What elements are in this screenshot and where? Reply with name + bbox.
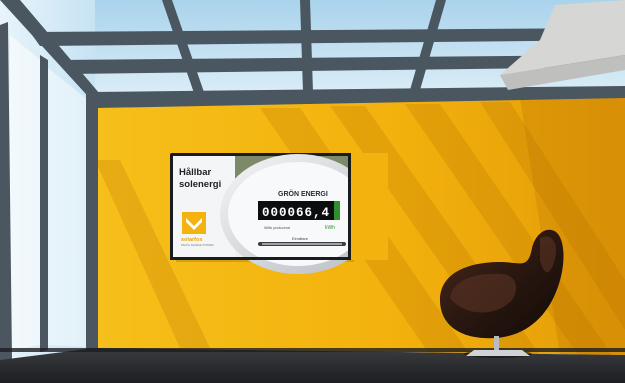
meter-bar-inner xyxy=(262,243,342,245)
brand-name: solarfox xyxy=(181,237,203,243)
scene: Hållbar solenergi GRÖN ENERGI 000066,4 k… xyxy=(0,0,625,383)
tv-frame-right xyxy=(348,153,351,260)
meter-bar-label: Elmätare xyxy=(292,236,309,241)
left-window-pane xyxy=(10,35,40,350)
chair-base xyxy=(466,350,530,356)
meter-digits: 000066,4 xyxy=(262,206,330,220)
tv-clip-right xyxy=(348,153,388,260)
brand-tagline: DIGITAL SIGNAGE SYSTEMS xyxy=(181,244,214,247)
room-illustration: Hållbar solenergi GRÖN ENERGI 000066,4 k… xyxy=(0,0,625,383)
solarfox-logo-mark xyxy=(182,212,206,234)
meter-unit: kWh xyxy=(325,225,335,231)
screen-heading-line2: solenergi xyxy=(179,179,221,190)
meter-digit-accent xyxy=(334,201,340,220)
meter-title: GRÖN ENERGI xyxy=(278,189,328,198)
meter-small-label: Willis producerat xyxy=(264,226,290,230)
chair-stem xyxy=(494,336,499,352)
tv-frame-bottom xyxy=(170,257,351,260)
screen-heading-line1: Hållbar xyxy=(179,167,212,178)
left-window-pane-2 xyxy=(48,68,88,347)
floor-baseboard xyxy=(0,348,625,352)
